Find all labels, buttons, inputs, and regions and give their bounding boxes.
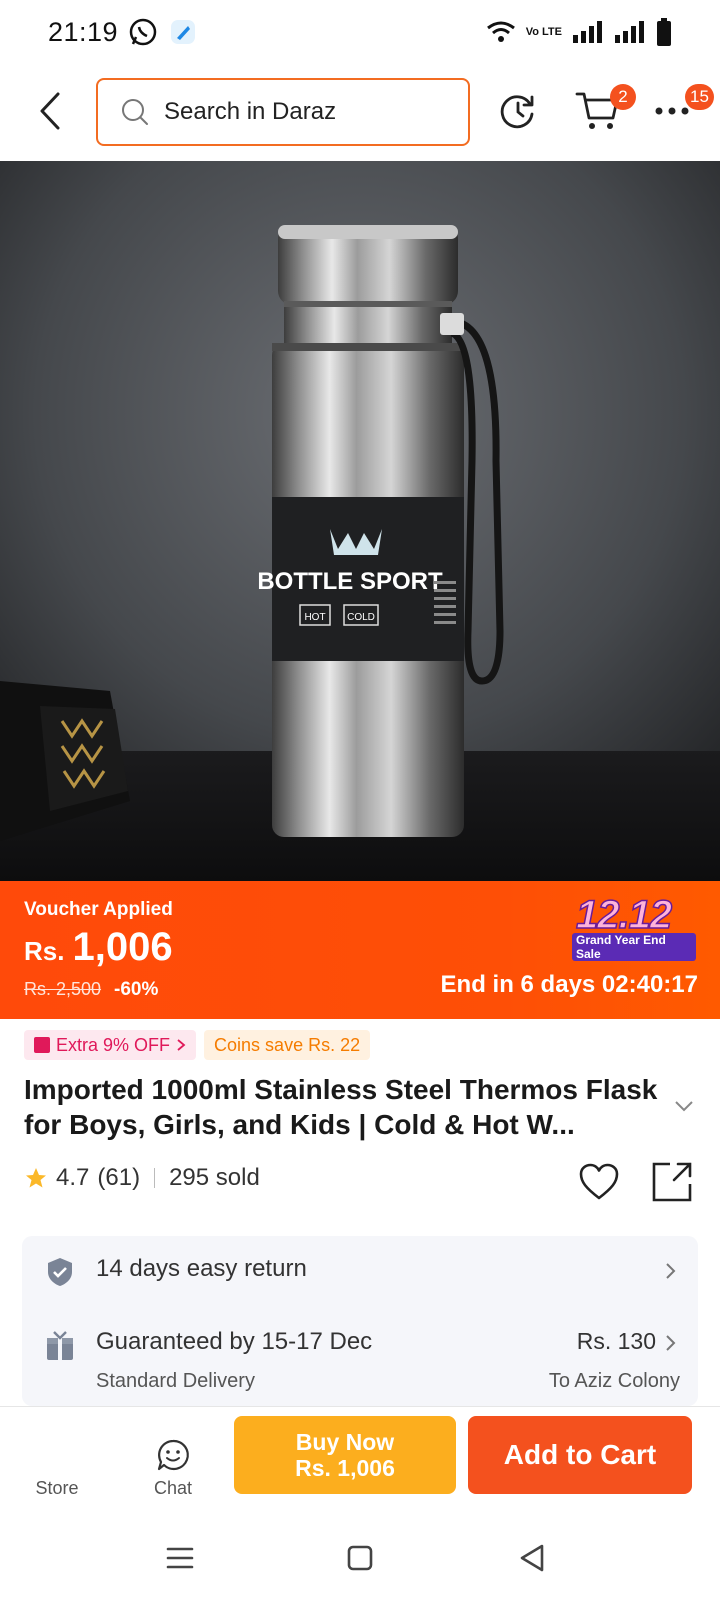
coins-label: Coins save Rs. 22 [214, 1034, 361, 1055]
rating-divider [154, 1168, 156, 1188]
sale-event-subtitle: Grand Year End Sale [572, 933, 696, 961]
buy-now-label: Buy Now [295, 1429, 395, 1455]
whatsapp-icon [128, 17, 158, 47]
shield-check-icon [48, 1258, 72, 1286]
rating-row[interactable]: 4.7 (61) 295 sold [24, 1164, 260, 1192]
status-bar: 21:19 Vo LTE [0, 0, 720, 64]
delivery-info-card: 14 days easy return Guaranteed by 15-17 … [22, 1236, 698, 1406]
wishlist-button[interactable] [578, 1162, 620, 1202]
sale-countdown: End in 6 days 02:40:17 [440, 971, 698, 998]
sold-count: 295 sold [169, 1164, 260, 1191]
price-banner: Voucher Applied Rs. 1,006 Rs. 2,500 -60%… [0, 881, 720, 1019]
status-left: 21:19 [48, 17, 198, 48]
system-nav-bar [0, 1516, 720, 1600]
delivery-location: To Aziz Colony [548, 1370, 680, 1392]
system-back-button[interactable] [512, 1538, 552, 1578]
rating-value: 4.7 [56, 1164, 90, 1191]
package-icon [47, 1331, 73, 1360]
chevron-right-icon [666, 1263, 676, 1279]
chat-label: Chat [153, 1478, 193, 1498]
product-image[interactable]: BOTTLE SPORT HOT COLD [0, 161, 720, 881]
chevron-right-icon [666, 1335, 676, 1351]
expand-title-button[interactable] [672, 1096, 696, 1116]
status-time: 21:19 [48, 16, 119, 47]
price-currency: Rs. [24, 936, 65, 966]
wifi-icon [486, 20, 516, 44]
recent-apps-button[interactable] [160, 1538, 200, 1578]
buy-now-button[interactable]: Buy Now Rs. 1,006 [234, 1416, 456, 1494]
battery-icon [656, 18, 672, 46]
bottle-brand-label: BOTTLE SPORT [257, 568, 443, 595]
sale-event-name: 12.12 [575, 892, 673, 938]
buy-now-price: Rs. 1,006 [295, 1455, 395, 1481]
store-label: Store [35, 1478, 79, 1498]
sale-event-logo: 12.12 Grand Year End Sale [566, 887, 696, 961]
square-icon [347, 1545, 373, 1571]
return-policy-row[interactable]: 14 days easy return [22, 1236, 698, 1306]
search-icon [122, 99, 148, 125]
history-button[interactable] [498, 90, 538, 132]
original-price: Rs. 2,500 [24, 979, 102, 999]
delivery-guarantee-text: Guaranteed by 15-17 Dec [96, 1328, 373, 1355]
chevron-down-icon [675, 1101, 693, 1112]
promo-tags: Extra 9% OFF Coins save Rs. 22 [24, 1030, 371, 1060]
search-input[interactable]: Search in Daraz [96, 78, 470, 146]
back-button[interactable] [30, 90, 70, 132]
coins-tag: Coins save Rs. 22 [204, 1030, 371, 1060]
chevron-right-icon [177, 1039, 186, 1051]
store-button[interactable]: Store [22, 1419, 92, 1509]
cart-count-badge: 2 [610, 84, 636, 110]
top-nav: Search in Daraz 2 15 [0, 76, 720, 146]
review-count: (61) [97, 1164, 141, 1191]
add-to-cart-label: Add to Cart [503, 1439, 657, 1470]
delivery-type: Standard Delivery [96, 1370, 255, 1392]
voucher-applied-label: Voucher Applied [24, 899, 173, 920]
action-bar: Store Chat Buy Now Rs. 1,006 Add to Cart [0, 1406, 720, 1516]
delivery-row[interactable]: Guaranteed by 15-17 Dec Rs. 130 Standard… [22, 1306, 698, 1406]
menu-icon [166, 1547, 194, 1569]
current-price: Rs. 1,006 [24, 925, 173, 970]
chat-button[interactable]: Chat [138, 1419, 208, 1509]
heart-icon [579, 1163, 619, 1200]
signal-icon-1 [572, 21, 604, 43]
back-arrow-icon [40, 92, 60, 130]
extra-discount-label: Extra 9% OFF [56, 1034, 171, 1055]
status-right: Vo LTE [486, 18, 672, 46]
more-icon [655, 107, 689, 115]
volte-indicator: Vo LTE [525, 26, 562, 38]
notification-count-badge: 15 [685, 84, 714, 110]
app-notification-icon [168, 17, 198, 47]
delivery-fee: Rs. 130 [576, 1328, 656, 1354]
signal-icon-2 [614, 21, 646, 43]
bottle-cold-label: COLD [347, 612, 375, 623]
voucher-icon [34, 1037, 50, 1053]
share-button[interactable] [650, 1160, 694, 1204]
add-to-cart-button[interactable]: Add to Cart [468, 1416, 692, 1494]
home-button[interactable] [340, 1538, 380, 1578]
product-title: Imported 1000ml Stainless Steel Thermos … [24, 1074, 658, 1140]
triangle-back-icon [520, 1544, 544, 1572]
price-value: 1,006 [72, 925, 173, 969]
discount-percent: -60% [114, 979, 159, 1000]
chat-icon [157, 1439, 189, 1471]
star-icon [26, 1168, 46, 1188]
bottle-hot-label: HOT [304, 612, 325, 623]
history-icon [500, 95, 534, 129]
search-placeholder: Search in Daraz [164, 98, 337, 125]
share-icon [652, 1162, 692, 1202]
extra-discount-tag[interactable]: Extra 9% OFF [24, 1030, 197, 1060]
return-policy-text: 14 days easy return [96, 1255, 307, 1282]
